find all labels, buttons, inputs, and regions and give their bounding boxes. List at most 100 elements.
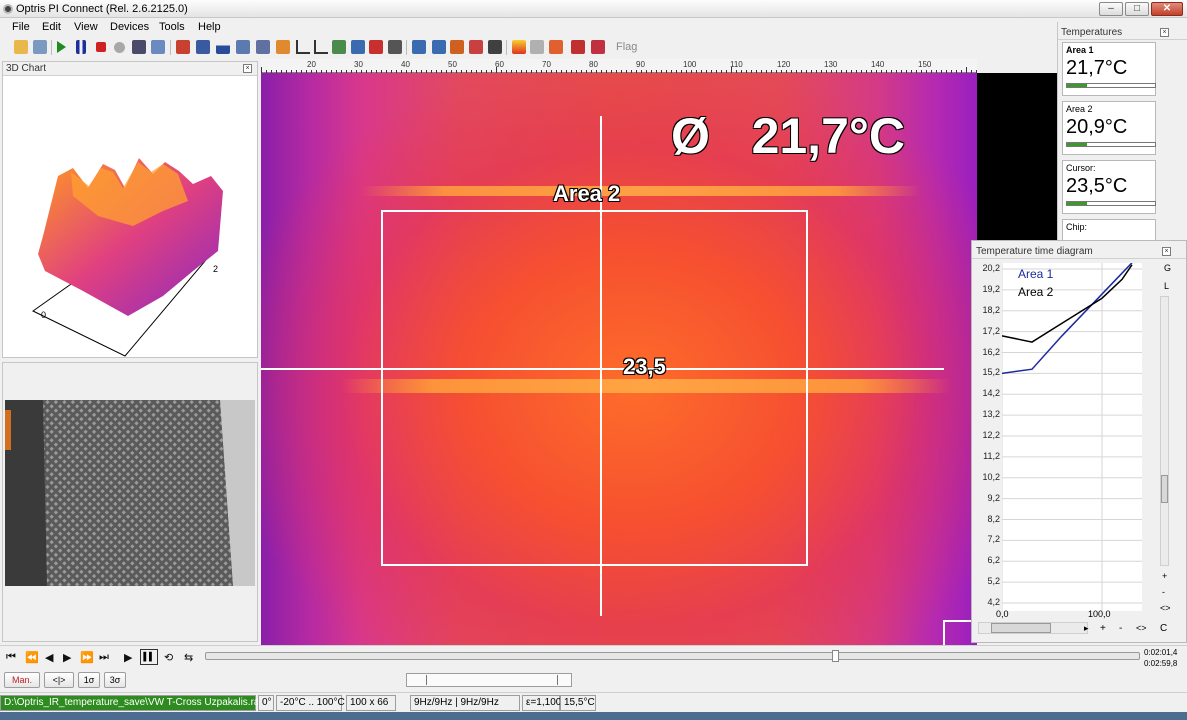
tools-icon[interactable] bbox=[488, 40, 502, 54]
zoom-g-button[interactable]: G bbox=[1164, 263, 1171, 273]
color-scale-icon[interactable] bbox=[469, 40, 483, 54]
area-icon[interactable] bbox=[571, 40, 585, 54]
step-back-icon[interactable]: ◀ bbox=[45, 651, 53, 664]
record-stop-icon[interactable] bbox=[96, 42, 106, 52]
profile-chart-icon[interactable] bbox=[314, 40, 328, 54]
current-time: 0:02:01,4 bbox=[1144, 648, 1178, 657]
open-folder-icon[interactable] bbox=[14, 40, 28, 54]
menu-help[interactable]: Help bbox=[198, 21, 221, 33]
step-forward-icon[interactable]: ▶ bbox=[63, 651, 71, 664]
trend-chart-icon[interactable] bbox=[332, 40, 346, 54]
loop-icon[interactable]: ⟲ bbox=[164, 651, 173, 664]
histogram-icon[interactable] bbox=[216, 40, 230, 54]
scrollbar-thumb[interactable] bbox=[991, 623, 1051, 633]
vertical-scrollbar[interactable] bbox=[1160, 296, 1169, 566]
manual-scale-button[interactable]: Man. bbox=[4, 672, 40, 688]
ruler-tick-label: 20 bbox=[307, 60, 316, 69]
play-icon[interactable] bbox=[57, 41, 66, 53]
zoom-in-button[interactable]: + bbox=[1162, 571, 1167, 581]
close-button[interactable]: ✕ bbox=[1151, 2, 1183, 16]
close-icon[interactable]: × bbox=[1162, 247, 1171, 256]
time-diagram-plot[interactable] bbox=[1002, 263, 1142, 611]
menu-tools[interactable]: Tools bbox=[159, 21, 185, 33]
rewind-icon[interactable]: ⏪ bbox=[25, 651, 39, 664]
temperature-bar bbox=[1066, 142, 1156, 147]
save-icon[interactable] bbox=[33, 40, 47, 54]
temperature-chip: Chip: bbox=[1062, 219, 1156, 241]
y-tick-label: 8,2 bbox=[987, 513, 1000, 524]
scroll-right-icon[interactable]: ▸ bbox=[1084, 623, 1089, 634]
line-chart-icon[interactable] bbox=[296, 40, 310, 54]
bar-chart-icon[interactable] bbox=[236, 40, 250, 54]
menu-view[interactable]: View bbox=[74, 21, 98, 33]
thermal-image-view[interactable]: Area 2 23,5 Ø 21,7°C bbox=[261, 73, 977, 645]
title-bar: Optris PI Connect (Rel. 2.6.2125.0) – □ … bbox=[0, 0, 1187, 18]
calibration-icon[interactable] bbox=[450, 40, 464, 54]
fast-forward-icon[interactable]: ⏩ bbox=[80, 651, 94, 664]
status-bar: D:\Optris_IR_temperature_save\VW T-Cross… bbox=[0, 692, 1187, 712]
temperature-bar bbox=[1066, 83, 1156, 88]
snapshot-camera-icon[interactable] bbox=[132, 40, 146, 54]
scale-slider[interactable] bbox=[406, 673, 572, 687]
speed-icon[interactable]: ⇆ bbox=[184, 651, 193, 664]
area-2-measurement-box[interactable] bbox=[381, 210, 808, 566]
temperature-value: 23,5°C bbox=[1066, 175, 1128, 197]
y-tick-label: 14,2 bbox=[982, 388, 1000, 399]
record-icon[interactable] bbox=[114, 42, 125, 53]
scrollbar-thumb[interactable] bbox=[1161, 475, 1168, 503]
y-tick-label: 7,2 bbox=[987, 534, 1000, 545]
pause-icon[interactable] bbox=[76, 40, 86, 54]
skip-end-icon[interactable]: ⏭ bbox=[99, 651, 109, 664]
fit-button[interactable]: <> bbox=[1160, 603, 1171, 613]
3d-view-icon[interactable] bbox=[256, 40, 270, 54]
ruler-tick-label: 50 bbox=[448, 60, 457, 69]
playback-slider[interactable] bbox=[205, 650, 1140, 662]
temperature-scale-icon[interactable] bbox=[512, 40, 526, 54]
menu-devices[interactable]: Devices bbox=[110, 21, 149, 33]
panel-header: Temperature time diagram × bbox=[972, 244, 1186, 259]
panel-header: Temperatures × bbox=[1058, 26, 1187, 40]
ruler-icon[interactable] bbox=[388, 40, 402, 54]
zoom-in-button[interactable]: + bbox=[1100, 623, 1106, 634]
line-measure-icon[interactable] bbox=[591, 40, 605, 54]
fit-button[interactable]: <> bbox=[1136, 623, 1147, 633]
y-tick-label: 10,2 bbox=[982, 471, 1000, 482]
skip-start-icon[interactable]: ⏮ bbox=[6, 651, 16, 664]
zoom-out-button[interactable]: - bbox=[1162, 587, 1165, 597]
grid-icon[interactable] bbox=[432, 40, 446, 54]
measure-icon[interactable] bbox=[369, 40, 383, 54]
crosshair-icon[interactable] bbox=[530, 40, 544, 54]
layout-icon[interactable] bbox=[196, 40, 210, 54]
status-framerate: 9Hz/9Hz | 9Hz/9Hz bbox=[410, 695, 520, 711]
minmax-scale-button[interactable]: <|> bbox=[44, 672, 74, 688]
flag-button[interactable]: Flag bbox=[616, 41, 637, 53]
maximize-button[interactable]: □ bbox=[1125, 2, 1149, 16]
fullscreen-icon[interactable] bbox=[412, 40, 426, 54]
menu-bar: File Edit View Devices Tools Help bbox=[0, 18, 1187, 38]
menu-edit[interactable]: Edit bbox=[42, 21, 61, 33]
y-tick-label: 5,2 bbox=[987, 576, 1000, 587]
close-icon[interactable]: × bbox=[243, 64, 252, 73]
menu-file[interactable]: File bbox=[12, 21, 30, 33]
zoom-l-button[interactable]: L bbox=[1164, 281, 1169, 291]
minimize-button[interactable]: – bbox=[1099, 2, 1123, 16]
three-sigma-button[interactable]: 3σ bbox=[104, 672, 126, 688]
hotspot-icon[interactable] bbox=[549, 40, 563, 54]
temperature-bar-fill bbox=[1067, 84, 1087, 87]
multi-chart-icon[interactable] bbox=[351, 40, 365, 54]
playback-slider-thumb[interactable] bbox=[832, 650, 839, 662]
play-button[interactable]: ▶ bbox=[124, 651, 132, 664]
pause-button[interactable]: ▌▌ bbox=[140, 649, 158, 665]
zoom-out-button[interactable]: - bbox=[1119, 623, 1122, 634]
temperature-bar-fill bbox=[1067, 143, 1087, 146]
ruler-tick-label: 100 bbox=[683, 60, 697, 69]
alarm-icon[interactable] bbox=[276, 40, 290, 54]
copy-icon[interactable] bbox=[151, 40, 165, 54]
close-icon[interactable]: × bbox=[1160, 28, 1169, 37]
clear-button[interactable]: C bbox=[1160, 623, 1167, 634]
one-sigma-button[interactable]: 1σ bbox=[78, 672, 100, 688]
temperature-area-1: Area 1 21,7°C bbox=[1062, 42, 1156, 96]
palette-icon[interactable] bbox=[176, 40, 190, 54]
temperature-value: 21,7°C bbox=[1066, 57, 1128, 79]
horizontal-scrollbar[interactable] bbox=[978, 622, 1088, 634]
